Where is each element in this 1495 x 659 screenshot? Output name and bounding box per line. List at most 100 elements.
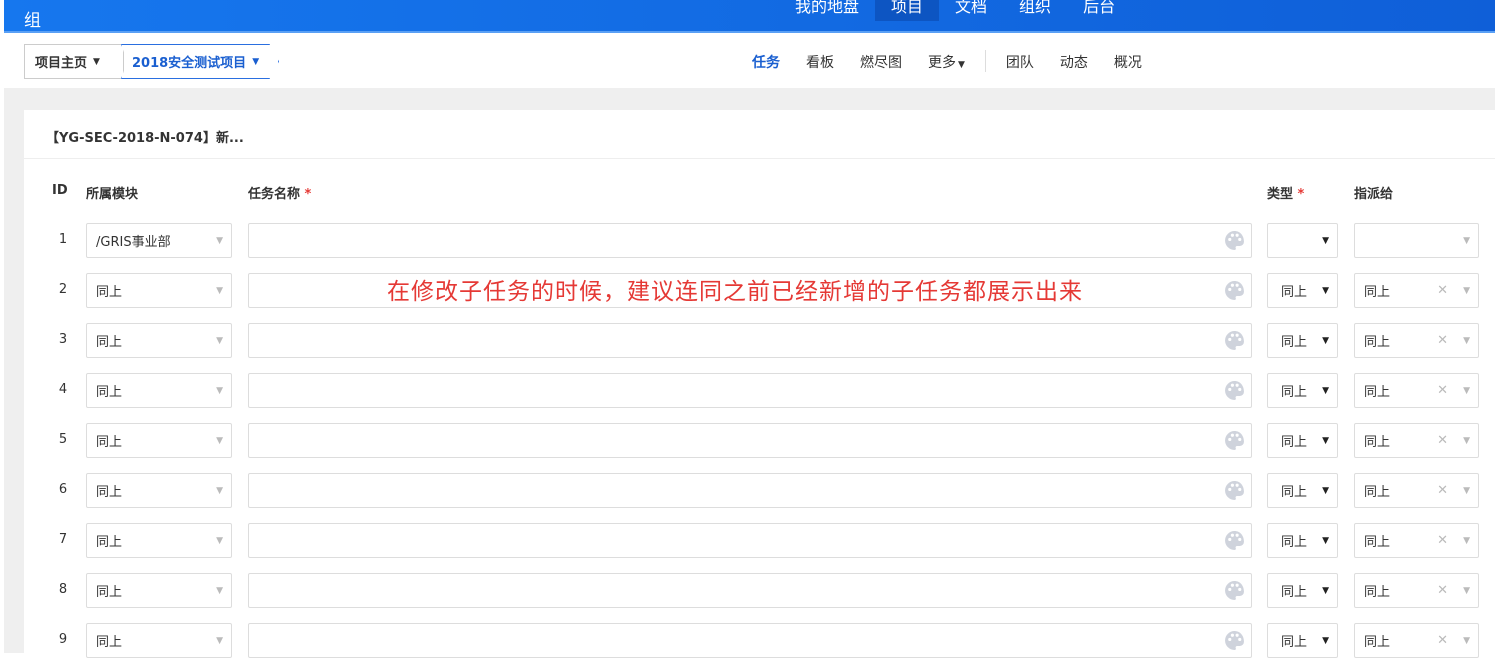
chevron-down-icon: ▼	[1463, 585, 1470, 596]
sub-navbar: 项目主页 ▼ 2018安全测试项目 ▼ 任务 看板 燃尽图 更多 ▼ 团队 动态 概况	[4, 35, 1495, 88]
palette-icon[interactable]	[1224, 480, 1245, 501]
chevron-down-icon: ▼	[216, 435, 223, 446]
subnav-item[interactable]: 动态	[1060, 52, 1088, 72]
caret-down-icon: ▼	[252, 56, 260, 67]
caret-down-icon: ▼	[1322, 585, 1329, 596]
breadcrumb-project-label: 2018安全测试项目	[132, 56, 247, 71]
module-select[interactable]: 同上 ▼	[86, 273, 232, 308]
module-value: 同上	[96, 485, 123, 500]
clear-icon[interactable]: ✕	[1437, 333, 1448, 348]
breadcrumb-home-label: 项目主页	[35, 56, 88, 71]
palette-icon[interactable]	[1224, 430, 1245, 451]
type-select[interactable]: 同上 ▼	[1267, 573, 1338, 608]
module-select[interactable]: 同上 ▼	[86, 573, 232, 608]
subnav-item[interactable]: 团队	[1006, 52, 1034, 72]
subnav-item[interactable]: 燃尽图	[860, 52, 902, 72]
palette-icon[interactable]	[1224, 280, 1245, 301]
chevron-down-icon: ▼	[1463, 285, 1470, 296]
clear-icon[interactable]: ✕	[1437, 633, 1448, 648]
caret-down-icon: ▼	[1322, 285, 1329, 296]
task-name-input[interactable]	[248, 423, 1252, 458]
col-name-label: 任务名称	[248, 187, 301, 202]
required-icon: *	[304, 187, 312, 202]
breadcrumb-home[interactable]: 项目主页 ▼	[24, 44, 124, 79]
assignee-select[interactable]: 同上 ✕ ▼	[1354, 323, 1479, 358]
type-select[interactable]: ▼	[1267, 223, 1338, 258]
task-name-input[interactable]	[248, 523, 1252, 558]
top-navbar: 组 我的地盘 项目 文档 组织 后台	[4, 0, 1495, 33]
chevron-down-icon: ▼	[1463, 535, 1470, 546]
clear-icon[interactable]: ✕	[1437, 383, 1448, 398]
table-row: 9 同上 ▼ 同上 ▼ 同上 ✕ ▼	[24, 623, 1495, 659]
type-select[interactable]: 同上 ▼	[1267, 373, 1338, 408]
module-select[interactable]: 同上 ▼	[86, 523, 232, 558]
chevron-down-icon: ▼	[1463, 235, 1470, 246]
assignee-value: 同上	[1364, 335, 1391, 350]
subnav-item[interactable]: 更多 ▼	[928, 52, 965, 72]
assignee-select[interactable]: 同上 ✕ ▼	[1354, 273, 1479, 308]
nav-item[interactable]: 文档	[939, 0, 1003, 21]
clear-icon[interactable]: ✕	[1437, 583, 1448, 598]
type-select[interactable]: 同上 ▼	[1267, 323, 1338, 358]
assignee-select[interactable]: ▼	[1354, 223, 1479, 258]
clear-icon[interactable]: ✕	[1437, 433, 1448, 448]
assignee-select[interactable]: 同上 ✕ ▼	[1354, 473, 1479, 508]
type-select[interactable]: 同上 ▼	[1267, 273, 1338, 308]
row-id: 2	[58, 282, 68, 297]
breadcrumb-project[interactable]: 2018安全测试项目 ▼	[121, 44, 279, 79]
caret-down-icon: ▼	[1322, 335, 1329, 346]
nav-item[interactable]: 我的地盘	[779, 0, 875, 21]
module-value: /GRIS事业部	[96, 235, 171, 250]
module-select[interactable]: 同上 ▼	[86, 423, 232, 458]
clear-icon[interactable]: ✕	[1437, 533, 1448, 548]
col-id: ID	[52, 183, 68, 198]
assignee-select[interactable]: 同上 ✕ ▼	[1354, 423, 1479, 458]
caret-down-icon: ▼	[93, 56, 100, 67]
subnav-item[interactable]: 任务	[752, 52, 780, 72]
subnav-item[interactable]: 概况	[1114, 52, 1142, 72]
module-select[interactable]: /GRIS事业部 ▼	[86, 223, 232, 258]
task-name-input[interactable]	[248, 223, 1252, 258]
table-row: 5 同上 ▼ 同上 ▼ 同上 ✕ ▼	[24, 423, 1495, 459]
row-id: 5	[58, 432, 68, 447]
col-name: 任务名称 *	[248, 183, 311, 202]
module-select[interactable]: 同上 ▼	[86, 323, 232, 358]
table-row: 3 同上 ▼ 同上 ▼ 同上 ✕ ▼	[24, 323, 1495, 359]
type-select[interactable]: 同上 ▼	[1267, 523, 1338, 558]
batch-create-card: 【YG-SEC-2018-N-074】新... ID 所属模块 任务名称 * 类…	[24, 110, 1495, 658]
nav-item[interactable]: 组织	[1003, 0, 1067, 21]
chevron-down-icon: ▼	[216, 385, 223, 396]
type-value: 同上	[1281, 535, 1308, 550]
type-select[interactable]: 同上 ▼	[1267, 423, 1338, 458]
assignee-select[interactable]: 同上 ✕ ▼	[1354, 523, 1479, 558]
palette-icon[interactable]	[1224, 580, 1245, 601]
task-name-input[interactable]	[248, 473, 1252, 508]
annotation-text: 在修改子任务的时候，建议连同之前已经新增的子任务都展示出来	[387, 279, 1083, 305]
row-id: 7	[58, 532, 68, 547]
chevron-down-icon: ▼	[1463, 335, 1470, 346]
task-name-input[interactable]	[248, 323, 1252, 358]
row-id: 8	[58, 582, 68, 597]
task-name-input[interactable]	[248, 573, 1252, 608]
palette-icon[interactable]	[1224, 380, 1245, 401]
subnav-item[interactable]: 看板	[806, 52, 834, 72]
type-value: 同上	[1281, 585, 1308, 600]
module-select[interactable]: 同上 ▼	[86, 473, 232, 508]
clear-icon[interactable]: ✕	[1437, 483, 1448, 498]
chevron-down-icon: ▼	[1463, 485, 1470, 496]
nav-item[interactable]: 项目	[875, 0, 940, 21]
assignee-select[interactable]: 同上 ✕ ▼	[1354, 573, 1479, 608]
module-select[interactable]: 同上 ▼	[86, 373, 232, 408]
col-type: 类型 *	[1267, 183, 1304, 202]
task-name-input[interactable]	[248, 373, 1252, 408]
row-id: 9	[58, 632, 68, 647]
palette-icon[interactable]	[1224, 630, 1245, 651]
clear-icon[interactable]: ✕	[1437, 283, 1448, 298]
type-select[interactable]: 同上 ▼	[1267, 473, 1338, 508]
row-id: 1	[58, 232, 68, 247]
palette-icon[interactable]	[1224, 330, 1245, 351]
nav-item[interactable]: 后台	[1067, 0, 1131, 21]
assignee-select[interactable]: 同上 ✕ ▼	[1354, 373, 1479, 408]
palette-icon[interactable]	[1224, 530, 1245, 551]
palette-icon[interactable]	[1224, 230, 1245, 251]
